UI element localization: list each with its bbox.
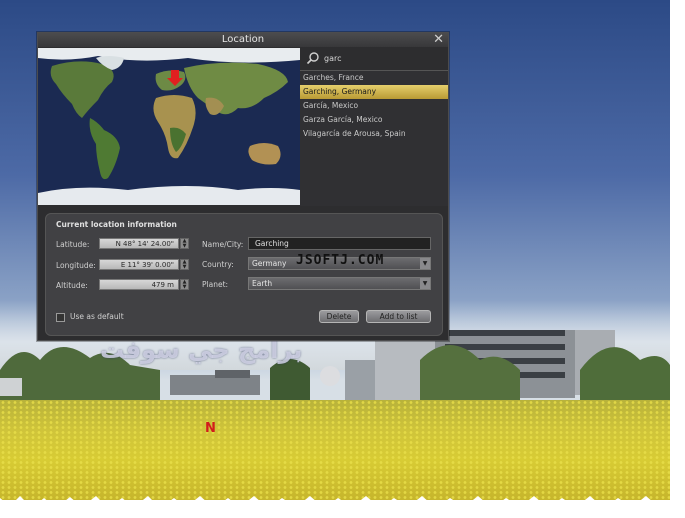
- name-city-field[interactable]: Garching: [248, 237, 431, 250]
- search-icon: [306, 52, 319, 65]
- location-results-list[interactable]: Garches, France Garching, Germany García…: [300, 70, 448, 206]
- name-city-label: Name/City:: [202, 240, 244, 249]
- longitude-stepper[interactable]: ▲ ▼: [180, 259, 189, 270]
- list-item[interactable]: García, Mexico: [300, 99, 448, 113]
- location-dialog: Location ✕ Garches, France Ga: [37, 32, 449, 341]
- country-label: Country:: [202, 260, 234, 269]
- world-map[interactable]: [38, 48, 300, 205]
- latitude-stepper[interactable]: ▲ ▼: [180, 238, 189, 249]
- planet-value: Earth: [252, 279, 273, 288]
- compass-north-label: N: [205, 421, 216, 436]
- planet-label: Planet:: [202, 280, 229, 289]
- dialog-titlebar[interactable]: Location ✕: [38, 33, 448, 47]
- latitude-field[interactable]: N 48° 14' 24.00": [99, 238, 179, 249]
- add-to-list-button[interactable]: Add to list: [366, 310, 431, 323]
- longitude-label: Longitude:: [56, 261, 96, 270]
- search-input[interactable]: [324, 52, 442, 64]
- altitude-stepper[interactable]: ▲ ▼: [180, 279, 189, 290]
- chevron-down-icon[interactable]: ▼: [420, 258, 430, 269]
- altitude-label: Altitude:: [56, 281, 88, 290]
- altitude-field[interactable]: 479 m: [99, 279, 179, 290]
- use-as-default-label: Use as default: [70, 312, 124, 321]
- current-location-panel: Current location information Latitude: N…: [45, 213, 443, 336]
- torn-edge: [0, 496, 685, 518]
- list-item-selected[interactable]: Garching, Germany: [300, 85, 448, 99]
- latitude-label: Latitude:: [56, 240, 90, 249]
- list-item[interactable]: Vilagarcía de Arousa, Spain: [300, 127, 448, 141]
- watermark-latin: JSOFTJ.COM: [296, 253, 385, 268]
- longitude-field[interactable]: E 11° 39' 0.00": [99, 259, 179, 270]
- search-row: [302, 48, 448, 68]
- dialog-title: Location: [221, 34, 265, 45]
- planet-select[interactable]: Earth ▼: [248, 277, 431, 290]
- chevron-down-icon[interactable]: ▼: [420, 278, 430, 289]
- use-as-default-checkbox[interactable]: [56, 313, 65, 322]
- list-item[interactable]: Garches, France: [300, 71, 448, 85]
- country-value: Germany: [252, 259, 287, 268]
- close-icon[interactable]: ✕: [433, 33, 444, 47]
- list-item[interactable]: Garza García, Mexico: [300, 113, 448, 127]
- panel-title: Current location information: [56, 220, 177, 229]
- delete-button[interactable]: Delete: [319, 310, 359, 323]
